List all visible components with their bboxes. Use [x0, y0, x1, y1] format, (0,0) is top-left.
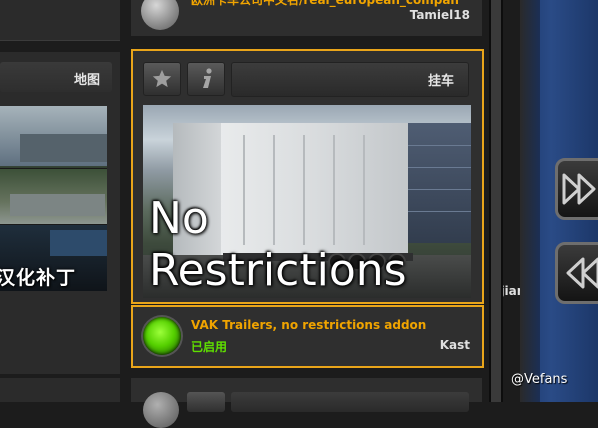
next-mod-category-bar [231, 392, 469, 412]
fast-forward-icon [562, 173, 596, 205]
left-thumbnail-text: 汉化补丁 [0, 267, 77, 289]
previous-mod-title: 欧洲卡车公司中文名/real_european_compan [191, 0, 459, 7]
left-category-bar: 地图 [0, 62, 112, 92]
left-mod-footer [0, 308, 120, 374]
watermark: @Vefans [511, 372, 568, 387]
mod-title: VAK Trailers, no restrictions addon [191, 318, 427, 332]
left-mod-card[interactable]: 地图 汉化补丁 [0, 52, 120, 374]
category-label: 挂车 [427, 74, 454, 89]
left-mod-thumbnail[interactable]: 汉化补丁 [0, 106, 107, 291]
previous-mod-author: Tamiel18 [409, 8, 470, 22]
next-mod-status-dot [143, 392, 179, 428]
scrollbar-thumb[interactable] [491, 0, 501, 402]
left-prev-card[interactable] [0, 0, 120, 41]
right-panel-edge [520, 0, 540, 402]
next-mod-button [187, 392, 225, 412]
star-icon [152, 69, 172, 88]
page-next-button[interactable] [555, 158, 598, 220]
category-bar: 挂车 [231, 62, 469, 97]
mod-enabled-toggle[interactable] [143, 317, 181, 355]
mod-status: 已启用 [191, 340, 228, 354]
preview-text-line2: Restrictions [149, 245, 407, 296]
preview-text-line1: No [149, 193, 209, 244]
info-button[interactable] [187, 62, 225, 96]
info-icon [203, 68, 212, 88]
left-category-label: 地图 [73, 73, 100, 88]
mod-preview-image[interactable]: No Restrictions [143, 105, 471, 298]
left-next-card[interactable] [0, 378, 120, 402]
page-prev-button[interactable] [555, 242, 598, 304]
favorite-button[interactable] [143, 62, 181, 96]
rewind-icon [566, 257, 598, 289]
mod-info-row[interactable] [131, 305, 484, 368]
mod-author: Kast [439, 338, 470, 352]
